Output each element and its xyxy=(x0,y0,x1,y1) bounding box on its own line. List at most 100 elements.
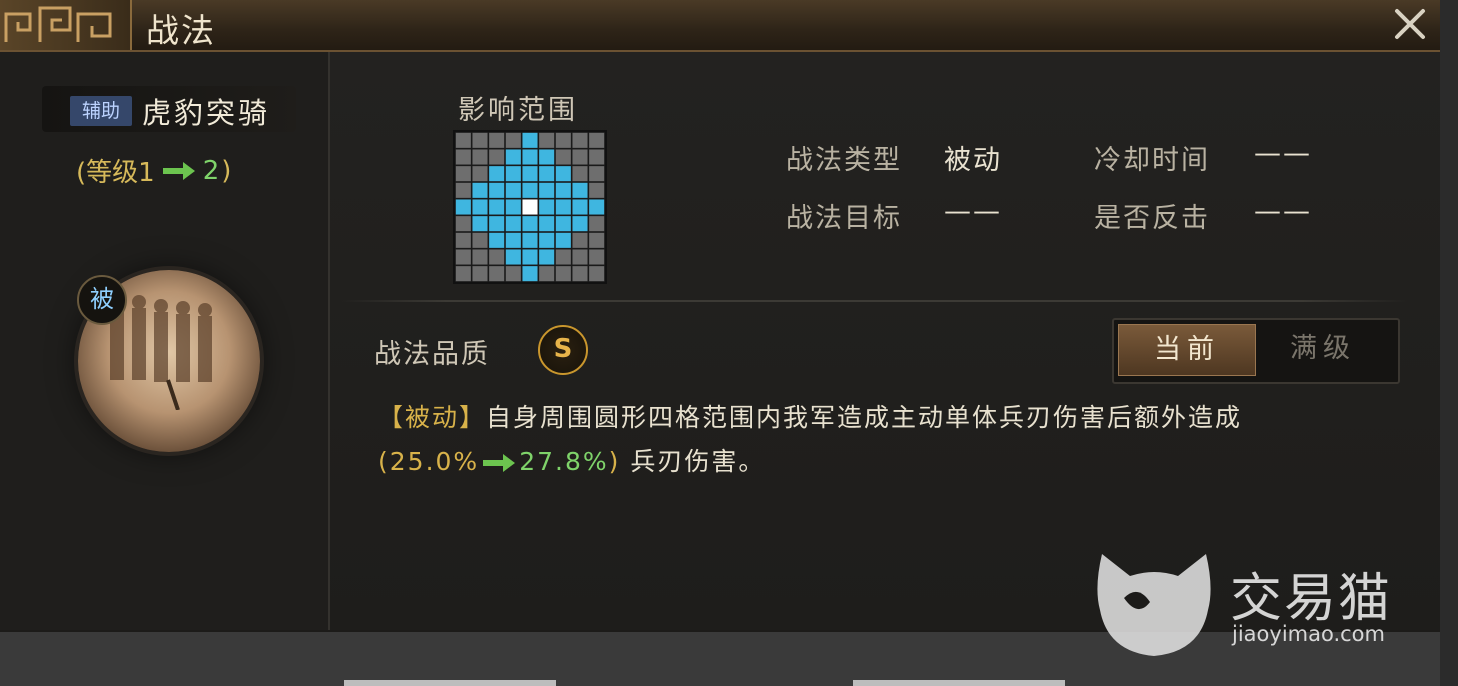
range-cell-active xyxy=(505,232,521,248)
watermark-title: 交易猫 xyxy=(1230,569,1393,629)
range-grid xyxy=(453,130,607,284)
range-cell-active xyxy=(572,199,588,215)
range-cell xyxy=(472,166,488,182)
description-text: 自身周围圆形四格范围内我军造成主动单体兵刃伤害后额外造成 xyxy=(486,403,1243,432)
range-cell-active xyxy=(505,199,521,215)
range-cell-active xyxy=(505,149,521,165)
range-cell-active xyxy=(472,182,488,198)
counter-label: 是否反击 xyxy=(1094,203,1210,234)
range-cell-active xyxy=(505,166,521,182)
tab-max-level[interactable]: 满级 xyxy=(1256,324,1390,374)
range-cell xyxy=(555,249,571,265)
range-cell xyxy=(489,132,505,148)
range-cell xyxy=(505,266,521,282)
range-cell-active xyxy=(489,199,505,215)
range-cell-active xyxy=(472,216,488,232)
cooldown-label: 冷却时间 xyxy=(1094,145,1210,176)
range-cell-active xyxy=(539,149,555,165)
bottom-button-left[interactable] xyxy=(344,680,556,686)
range-cell xyxy=(472,149,488,165)
range-cell xyxy=(472,232,488,248)
range-cell-active xyxy=(522,166,538,182)
range-cell xyxy=(455,132,471,148)
range-cell xyxy=(555,266,571,282)
skill-type-tag: 辅助 xyxy=(70,96,132,126)
range-cell-active xyxy=(555,232,571,248)
range-cell-active xyxy=(472,199,488,215)
range-cell xyxy=(455,266,471,282)
tab-current[interactable]: 当前 xyxy=(1118,324,1256,376)
range-cell-active xyxy=(522,132,538,148)
range-cell-active xyxy=(572,216,588,232)
arrow-right-icon xyxy=(483,454,516,472)
pct-close: ) xyxy=(608,447,621,476)
description-tag: 【被动】 xyxy=(378,403,487,432)
range-cell-active xyxy=(522,182,538,198)
range-cell xyxy=(589,182,605,198)
range-cell xyxy=(572,149,588,165)
range-cell xyxy=(489,266,505,282)
level-line: (等级1 2 ) xyxy=(76,152,231,189)
range-cell xyxy=(589,266,605,282)
range-cell-active xyxy=(489,232,505,248)
range-cell xyxy=(589,232,605,248)
range-cell xyxy=(589,166,605,182)
range-cell xyxy=(539,266,555,282)
range-cell xyxy=(505,132,521,148)
range-cell-active xyxy=(539,166,555,182)
right-edge xyxy=(1440,0,1458,686)
range-cell xyxy=(572,166,588,182)
range-cell-active xyxy=(589,199,605,215)
range-cell xyxy=(455,182,471,198)
skill-type-value: 被动 xyxy=(944,145,1002,176)
close-button[interactable] xyxy=(1388,4,1432,44)
range-cell-active xyxy=(522,266,538,282)
divider xyxy=(340,300,1408,302)
range-cell xyxy=(572,266,588,282)
range-cell-active xyxy=(555,199,571,215)
skill-type-label: 战法类型 xyxy=(786,145,902,176)
range-cell xyxy=(455,232,471,248)
range-cell-active xyxy=(505,216,521,232)
title-bar: 战法 xyxy=(0,0,1440,52)
quality-grade-badge: S xyxy=(538,325,588,375)
target-value: —— xyxy=(944,196,1002,227)
counter-value: —— xyxy=(1254,196,1312,227)
level-to: 2 xyxy=(202,155,220,186)
pct-from: (25.0% xyxy=(378,447,480,476)
range-cell-active xyxy=(505,249,521,265)
title-ornament xyxy=(0,0,132,50)
range-cell xyxy=(472,266,488,282)
target-label: 战法目标 xyxy=(786,203,902,234)
range-cell-active xyxy=(539,182,555,198)
range-cell xyxy=(489,149,505,165)
bottom-bar xyxy=(0,632,1440,686)
range-cell xyxy=(589,216,605,232)
range-cell xyxy=(572,232,588,248)
range-cell xyxy=(472,249,488,265)
range-cell-active xyxy=(489,166,505,182)
window-title: 战法 xyxy=(146,11,216,50)
range-cell xyxy=(455,249,471,265)
range-cell-active xyxy=(522,232,538,248)
range-cell-active xyxy=(489,216,505,232)
range-cell-active xyxy=(489,182,505,198)
range-cell xyxy=(489,249,505,265)
range-cell xyxy=(572,132,588,148)
range-cell-active xyxy=(455,199,471,215)
range-cell xyxy=(589,149,605,165)
range-title: 影响范围 xyxy=(458,95,578,126)
range-cell-active xyxy=(555,182,571,198)
range-cell-active xyxy=(522,149,538,165)
level-suffix: ) xyxy=(221,155,232,186)
pct-to: 27.8% xyxy=(519,447,609,476)
watermark-url: jiaoyimao.com xyxy=(1232,622,1385,646)
range-cell xyxy=(455,149,471,165)
bottom-button-right[interactable] xyxy=(853,680,1065,686)
range-cell xyxy=(572,249,588,265)
range-cell xyxy=(589,249,605,265)
range-cell xyxy=(555,132,571,148)
cooldown-value: —— xyxy=(1254,138,1312,169)
range-cell-active xyxy=(572,182,588,198)
range-cell-active xyxy=(539,232,555,248)
